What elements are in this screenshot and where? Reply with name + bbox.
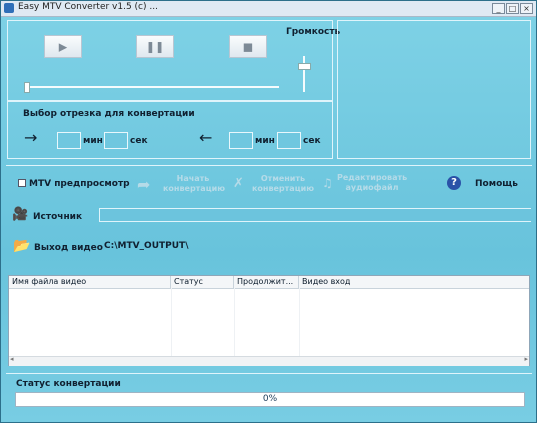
scroll-left-icon[interactable]: ◂ xyxy=(10,355,14,363)
end-min-field[interactable] xyxy=(229,132,253,149)
end-sec-label: сек xyxy=(303,136,321,146)
audio-edit-icon: ♫ xyxy=(322,176,333,190)
preview-panel xyxy=(337,20,531,159)
close-button[interactable]: × xyxy=(520,3,533,14)
file-table[interactable]: Имя файла видео Статус Продолжит... Виде… xyxy=(8,275,530,366)
segment-panel: Выбор отрезка для конвертации → мин сек … xyxy=(7,101,333,159)
start-min-label: мин xyxy=(83,136,103,146)
play-button[interactable]: ▶ xyxy=(44,35,82,58)
pause-button[interactable]: ❚❚ xyxy=(136,35,174,58)
minimize-button[interactable]: _ xyxy=(492,3,505,14)
column-divider xyxy=(234,288,235,358)
end-min-label: мин xyxy=(255,136,275,146)
start-sec-label: сек xyxy=(130,136,148,146)
progress-text: 0% xyxy=(262,394,278,404)
column-divider xyxy=(299,288,300,358)
source-label: Источник xyxy=(33,212,83,222)
edit-audio-button[interactable]: Редактировать аудиофайл xyxy=(337,173,407,193)
column-header-duration[interactable]: Продолжит... xyxy=(234,276,299,288)
folder-icon[interactable]: 📂 xyxy=(13,239,30,253)
arrow-right-icon: → xyxy=(24,128,38,147)
volume-track xyxy=(303,56,305,92)
segment-title: Выбор отрезка для конвертации xyxy=(23,109,195,119)
progress-bar: 0% xyxy=(15,392,525,407)
maximize-button[interactable]: □ xyxy=(506,3,519,14)
video-camera-icon: 🎥 xyxy=(12,207,29,222)
arrow-left-icon: ← xyxy=(199,128,213,147)
stop-icon: ■ xyxy=(242,40,254,53)
column-header-status[interactable]: Статус xyxy=(171,276,234,288)
toolbar-divider xyxy=(6,165,532,166)
table-header: Имя файла видео Статус Продолжит... Виде… xyxy=(9,276,529,289)
app-icon xyxy=(4,3,14,13)
stop-button[interactable]: ■ xyxy=(229,35,267,58)
status-divider xyxy=(6,373,532,374)
status-label: Статус конвертации xyxy=(16,379,121,389)
source-field[interactable] xyxy=(99,208,531,222)
column-header-filename[interactable]: Имя файла видео xyxy=(9,276,171,288)
window-title: Easy MTV Converter v1.5 (c) ... xyxy=(18,2,158,12)
mtv-preview-checkbox[interactable] xyxy=(18,179,26,187)
output-label: Выход видео xyxy=(34,243,103,253)
mtv-preview-label: MTV предпросмотр xyxy=(29,179,130,189)
start-convert-button[interactable]: Начать конвертацию xyxy=(163,174,225,194)
position-track xyxy=(24,86,279,88)
cancel-icon: ✗ xyxy=(233,176,244,191)
player-panel: ▶ ❚❚ ■ Громкость xyxy=(7,20,340,101)
start-min-field[interactable] xyxy=(57,132,81,149)
convert-arrow-icon: ➦ xyxy=(137,175,151,194)
horizontal-scrollbar[interactable]: ◂ ▸ xyxy=(9,355,529,366)
help-icon[interactable]: ? xyxy=(447,176,461,190)
output-path[interactable]: C:\MTV_OUTPUT\ xyxy=(104,241,188,251)
pause-icon: ❚❚ xyxy=(145,40,165,53)
stop-convert-button[interactable]: Отменить конвертацию xyxy=(251,174,315,194)
app-window: Easy MTV Converter v1.5 (c) ... _ □ × ▶ … xyxy=(0,0,537,423)
end-sec-field[interactable] xyxy=(277,132,301,149)
volume-slider[interactable] xyxy=(298,63,311,70)
help-button[interactable]: Помощь xyxy=(475,179,518,189)
scroll-right-icon[interactable]: ▸ xyxy=(524,355,528,363)
start-sec-field[interactable] xyxy=(104,132,128,149)
column-divider xyxy=(171,288,172,358)
play-icon: ▶ xyxy=(58,40,68,53)
volume-label: Громкость xyxy=(286,27,341,37)
title-bar: Easy MTV Converter v1.5 (c) ... _ □ × xyxy=(1,1,536,17)
column-header-video-input[interactable]: Видео вход xyxy=(299,276,529,288)
position-slider[interactable] xyxy=(24,82,30,93)
